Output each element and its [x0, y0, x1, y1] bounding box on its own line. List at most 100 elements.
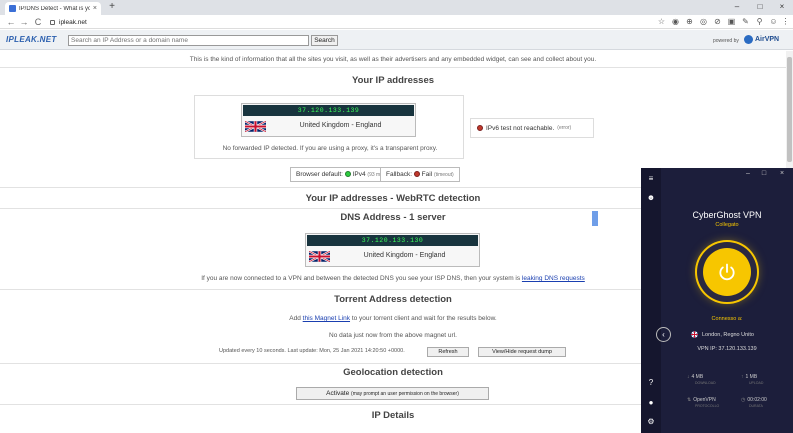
- power-icon: [719, 263, 735, 281]
- fallback-label: Fallback:: [386, 171, 413, 178]
- torrent-add-text: Add: [289, 315, 301, 322]
- upload-label: UPLOAD: [749, 381, 764, 385]
- extension-icon[interactable]: ✎: [741, 17, 750, 26]
- cg-close-button[interactable]: ×: [777, 170, 787, 177]
- power-button[interactable]: [697, 242, 757, 302]
- refresh-button[interactable]: Refresh: [427, 347, 469, 357]
- view-hide-dump-button[interactable]: View/Hide request dump: [478, 347, 566, 357]
- ipleak-logo[interactable]: IPLEAK.NET: [6, 35, 57, 44]
- magnet-link[interactable]: this Magnet Link: [303, 315, 350, 322]
- browser-default-pill: Browser default: IPv4 (93 ms): [290, 167, 391, 182]
- search-input[interactable]: [68, 35, 309, 46]
- browser-default-label: Browser default:: [296, 171, 343, 178]
- ipv6-error: (error): [557, 125, 572, 131]
- powered-by-label: powered by: [713, 38, 739, 44]
- cyberghost-window: ≡ ☻ ? ● ⚙ – □ × CyberGhost VPN Collegato…: [641, 168, 793, 433]
- profile-icon[interactable]: ☺: [769, 17, 778, 26]
- cyberghost-title: CyberGhost VPN: [692, 210, 762, 220]
- url-text: ipleak.net: [59, 18, 87, 26]
- protocol-icon: ⇅: [687, 397, 692, 403]
- minimize-button[interactable]: –: [727, 0, 747, 15]
- scrollbar-thumb[interactable]: [787, 57, 792, 162]
- extension-icon[interactable]: ◎: [699, 17, 708, 26]
- cyberghost-connection-state: Collegato: [715, 222, 739, 228]
- ip-card: 37.120.133.139 United Kingdom - England: [241, 103, 416, 137]
- server-back-button[interactable]: ‹: [656, 327, 671, 342]
- download-label: DOWNLOAD: [695, 381, 716, 385]
- server-location-text: London, Regno Unito: [702, 331, 754, 338]
- connected-to-label: Connesso a:: [711, 316, 743, 322]
- duration-label: DURATA: [749, 404, 763, 408]
- clock-icon: ◷: [741, 397, 746, 403]
- reload-button[interactable]: C: [33, 16, 43, 28]
- menu-kebab-icon[interactable]: ⋮: [781, 17, 790, 26]
- help-icon[interactable]: ?: [646, 378, 656, 388]
- protocol-stat: ⇅ OpenVPN PROTOCOLLO: [687, 397, 719, 409]
- extension-icon[interactable]: ⊘: [713, 17, 722, 26]
- red-status-icon: [413, 171, 420, 177]
- green-status-icon: [344, 171, 351, 177]
- lock-icon: [50, 19, 55, 25]
- address-bar: ← → C ipleak.net ☆ ◉ ⊕ ◎ ⊘ ▣ ✎ ⚲ ☺ ⋮: [0, 15, 793, 29]
- red-status-icon: [477, 125, 483, 131]
- ipv6-text: IPv6 test not reachable.: [486, 124, 555, 132]
- airvpn-icon: [744, 35, 753, 44]
- duration-value: 00:02:00: [747, 397, 767, 403]
- browser-tab[interactable]: IP/DNS Detect - What is your IP ×: [5, 2, 101, 15]
- cg-minimize-button[interactable]: –: [743, 170, 753, 177]
- browser-default-value: IPv4: [352, 171, 366, 178]
- airvpn-label: AirVPN: [755, 36, 780, 43]
- ip-location: United Kingdom - England: [299, 122, 382, 129]
- upload-stat: ↑ 1 MB UPLOAD: [741, 374, 763, 386]
- maximize-button[interactable]: □: [750, 0, 770, 15]
- extension-icon[interactable]: ◉: [671, 17, 680, 26]
- server-location[interactable]: London, Regno Unito: [691, 331, 754, 338]
- uk-flag-icon: [245, 120, 266, 133]
- close-window-button[interactable]: ×: [772, 0, 792, 15]
- url-field[interactable]: ipleak.net: [50, 16, 640, 28]
- extension-icon[interactable]: ⊕: [685, 17, 694, 26]
- fallback-timeout: (timeout): [433, 172, 454, 178]
- extension-icon[interactable]: ▣: [727, 17, 736, 26]
- tab-close-icon[interactable]: ×: [93, 5, 97, 12]
- download-value: 4 MB: [691, 374, 704, 380]
- bookmark-star-icon[interactable]: ☆: [657, 17, 666, 26]
- new-tab-button[interactable]: +: [106, 2, 118, 13]
- dns-location: United Kingdom - England: [363, 252, 446, 259]
- activate-hint: (may prompt an user permission on the br…: [351, 391, 459, 397]
- activate-geolocation-button[interactable]: Activate (may prompt an user permission …: [296, 387, 489, 400]
- account-icon[interactable]: ●: [646, 398, 656, 408]
- upload-arrow-icon: ↑: [741, 374, 744, 380]
- settings-gear-icon[interactable]: ⚙: [646, 417, 656, 427]
- torrent-rest-text: to your torrent client and wait for the …: [351, 315, 497, 322]
- divider: [0, 67, 786, 68]
- vpn-ip: VPN IP: 37.120.133.139: [697, 346, 757, 352]
- torrent-updated: Updated every 10 seconds. Last update: M…: [219, 348, 405, 354]
- activate-label: Activate: [326, 390, 350, 397]
- ghost-icon[interactable]: ☻: [646, 193, 656, 203]
- cyberghost-sidebar: ≡ ☻ ? ● ⚙: [641, 168, 661, 433]
- search-button[interactable]: Search: [311, 35, 338, 46]
- protocol-label: PROTOCOLLO: [695, 404, 720, 408]
- fallback-pill: Fallback: Fail (timeout): [380, 167, 460, 182]
- protocol-value: OpenVPN: [693, 397, 716, 403]
- airvpn-logo[interactable]: AirVPN: [744, 35, 779, 44]
- uk-flag-icon: [309, 250, 330, 263]
- leaking-dns-link[interactable]: leaking DNS requests: [522, 275, 585, 282]
- dns-card: 37.120.133.130 United Kingdom - England: [305, 233, 480, 267]
- uk-flag-icon: [691, 331, 698, 338]
- download-stat: ↓ 4 MB DOWNLOAD: [687, 374, 716, 386]
- back-button[interactable]: ←: [6, 16, 16, 28]
- tab-title: IP/DNS Detect - What is your IP: [19, 5, 90, 12]
- ip-section-title: Your IP addresses: [351, 75, 435, 86]
- browser-tab-bar: IP/DNS Detect - What is your IP × + – □ …: [0, 0, 793, 15]
- fallback-value: Fail: [421, 171, 433, 178]
- dns-ip-value: 37.120.133.130: [307, 235, 478, 246]
- extension-icon[interactable]: ⚲: [755, 17, 764, 26]
- selection-marker: [592, 211, 598, 226]
- cg-maximize-button[interactable]: □: [759, 170, 769, 177]
- hamburger-menu-icon[interactable]: ≡: [646, 174, 656, 184]
- ip-address-box: 37.120.133.139 United Kingdom - England …: [194, 95, 464, 159]
- forward-button[interactable]: →: [19, 16, 29, 28]
- power-button-core: [703, 248, 751, 296]
